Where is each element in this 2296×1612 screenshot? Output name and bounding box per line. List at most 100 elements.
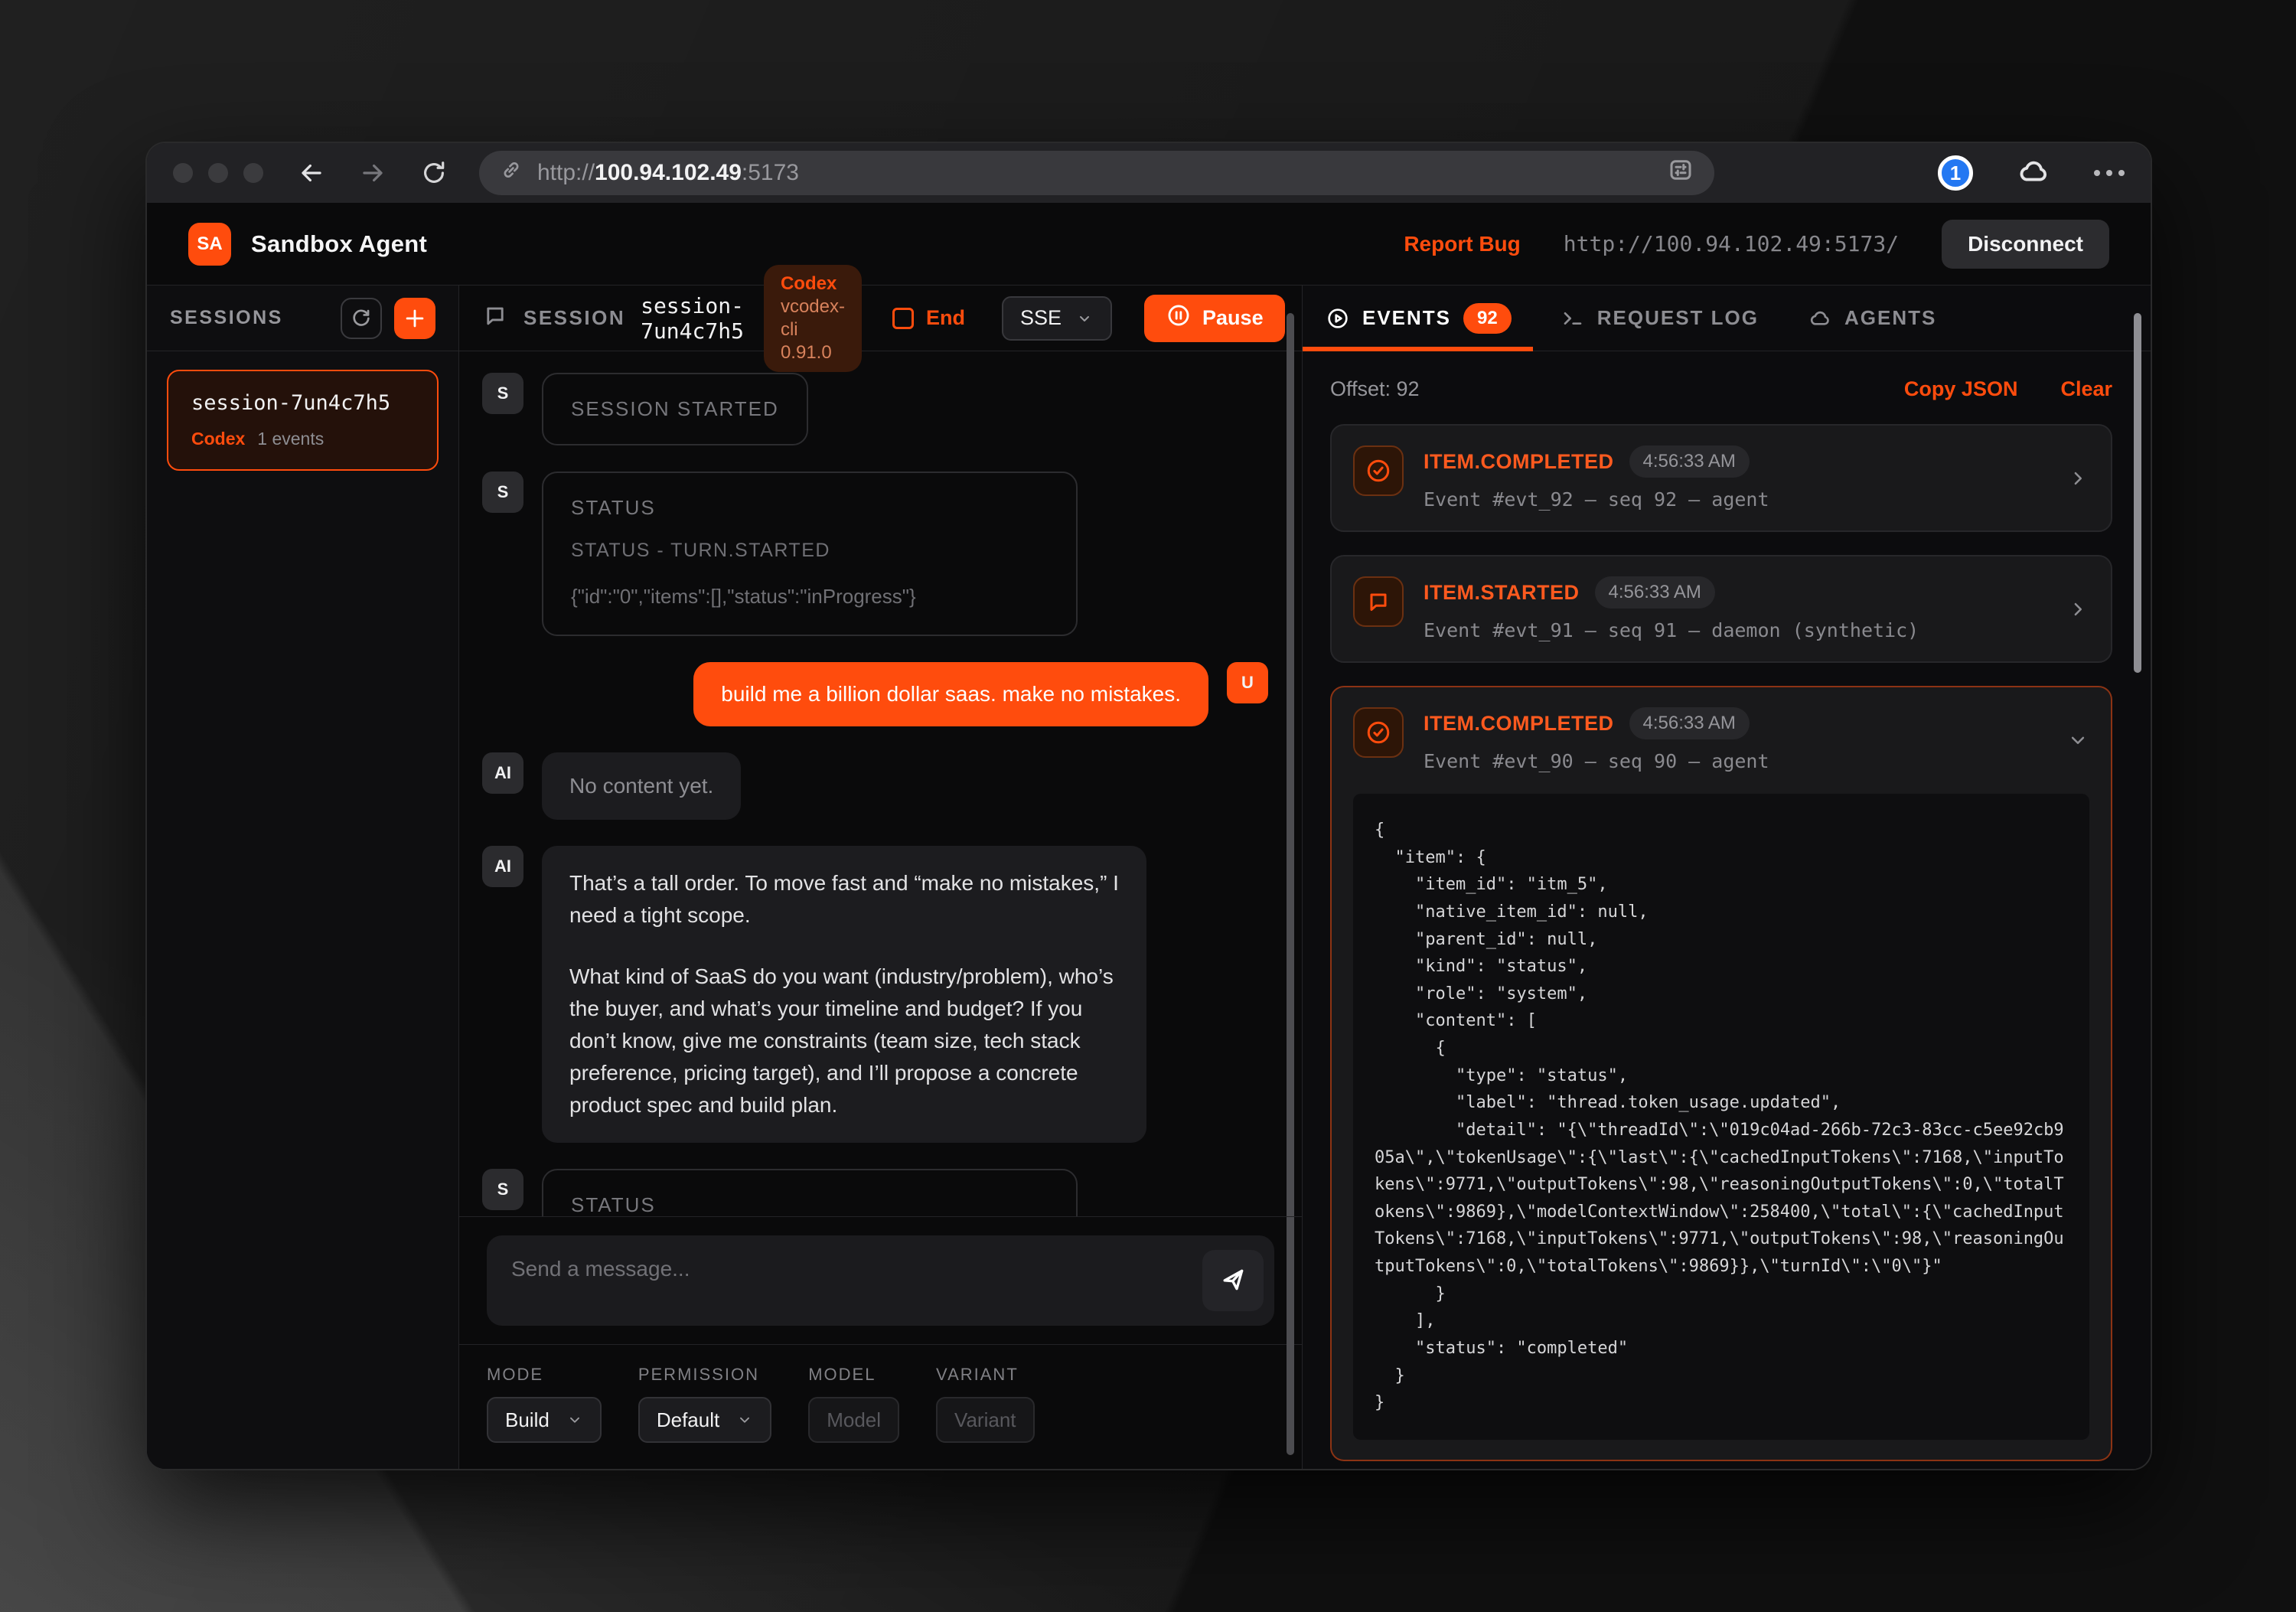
ai-message-paragraph: What kind of SaaS do you want (industry/… <box>569 961 1119 1121</box>
cloud-icon <box>1808 306 1832 331</box>
event-card-header: ITEM.COMPLETED4:56:33 AMEvent #evt_92 — … <box>1353 445 2089 511</box>
chevron-right-icon <box>2066 598 2089 621</box>
send-button[interactable] <box>1202 1250 1264 1311</box>
event-type: ITEM.COMPLETED <box>1424 450 1614 474</box>
status-title: STATUS <box>571 1193 1049 1216</box>
event-description: Event #evt_91 — seq 91 — daemon (synthet… <box>1424 619 2047 641</box>
system-message-bubble: SESSION STARTED <box>542 373 808 445</box>
back-arrow-icon[interactable] <box>297 158 326 188</box>
session-item-count: 1 events <box>257 429 324 449</box>
end-session-checkbox[interactable]: End <box>892 306 965 330</box>
control-label: VARIANT <box>936 1365 1034 1385</box>
chevron-right-icon <box>2066 467 2089 490</box>
traffic-lights <box>173 163 263 183</box>
variant-input[interactable]: Variant <box>936 1397 1034 1443</box>
app-header: SA Sandbox Agent Report Bug http://100.9… <box>147 203 2151 286</box>
control-placeholder: Model <box>827 1408 881 1432</box>
cloud-icon[interactable] <box>2016 154 2051 193</box>
control-variant: VARIANT Variant <box>936 1365 1034 1443</box>
control-mode: MODE Build <box>487 1365 602 1443</box>
tab-request-log[interactable]: REQUEST LOG <box>1561 286 1759 351</box>
avatar: S <box>482 472 523 513</box>
session-item-meta: Codex1 events <box>191 429 414 449</box>
event-card[interactable]: ITEM.COMPLETED4:56:33 AM Event #evt_90 — … <box>1330 686 2112 1461</box>
event-main: ITEM.COMPLETED4:56:33 AMEvent #evt_92 — … <box>1424 445 2047 511</box>
events-count-badge: 92 <box>1463 303 1512 334</box>
pause-circle-icon <box>1166 302 1192 334</box>
disconnect-button[interactable]: Disconnect <box>1942 220 2109 269</box>
tab-label: REQUEST LOG <box>1597 306 1759 330</box>
chevron-down-icon <box>736 1411 753 1428</box>
server-url: http://100.94.102.49:5173/ <box>1564 231 1899 256</box>
pause-button[interactable]: Pause <box>1144 295 1285 342</box>
mode-select[interactable]: Build <box>487 1397 602 1443</box>
message-input[interactable] <box>487 1235 1274 1326</box>
event-icon-chip <box>1353 576 1404 627</box>
event-time-badge: 4:56:33 AM <box>1629 707 1750 739</box>
close-window-button[interactable] <box>173 163 193 183</box>
event-time-badge: 4:56:33 AM <box>1629 445 1750 478</box>
browser-toolbar: http://100.94.102.49:5173 1 <box>147 143 2151 203</box>
session-panel: SESSION session-7un4c7h5 Codex vcodex-cl… <box>459 286 1303 1469</box>
more-icon[interactable] <box>2094 170 2125 176</box>
status-title: STATUS <box>571 496 1049 520</box>
user-message-bubble: build me a billion dollar saas. make no … <box>693 662 1208 726</box>
control-permission: PERMISSIONDefault <box>638 1365 771 1443</box>
event-icon-chip <box>1353 445 1404 496</box>
clear-events-button[interactable]: Clear <box>2060 377 2112 401</box>
new-session-button[interactable] <box>394 298 435 339</box>
avatar: S <box>482 1169 523 1210</box>
report-bug-link[interactable]: Report Bug <box>1404 232 1520 256</box>
chevron-down-icon <box>566 1411 583 1428</box>
app-title: Sandbox Agent <box>251 230 427 258</box>
chevron-right-icon <box>2066 598 2089 621</box>
transport-select[interactable]: SSE <box>1002 296 1112 341</box>
event-card[interactable]: ITEM.COMPLETED4:56:33 AMEvent #evt_92 — … <box>1330 424 2112 532</box>
session-list: session-7un4c7h5Codex1 events <box>147 351 458 489</box>
onepassword-icon[interactable]: 1 <box>1938 155 1973 191</box>
message-row-ai: AIThat’s a tall order. To move fast and … <box>482 846 1268 1143</box>
event-main: ITEM.COMPLETED4:56:33 AM Event #evt_90 — … <box>1424 707 2047 772</box>
event-time-badge: 4:56:33 AM <box>1595 576 1715 609</box>
system-message-text: SESSION STARTED <box>571 397 779 421</box>
zoom-window-button[interactable] <box>243 163 263 183</box>
session-label: SESSION <box>523 306 625 330</box>
event-list: ITEM.COMPLETED4:56:33 AMEvent #evt_92 — … <box>1330 424 2112 1469</box>
event-main: ITEM.STARTED 4:56:33 AM Event #evt_91 — se… <box>1424 576 2047 641</box>
events-panel: EVENTS92 REQUEST LOG AGENTS Offset: 92 Cop… <box>1303 286 2151 1469</box>
ai-message-paragraph: That’s a tall order. To move fast and “m… <box>569 867 1119 932</box>
session-list-item[interactable]: session-7un4c7h5Codex1 events <box>167 370 439 471</box>
event-title-row: ITEM.COMPLETED4:56:33 AM <box>1424 707 2047 739</box>
checkbox-icon[interactable] <box>892 308 914 329</box>
control-label: MODE <box>487 1365 602 1385</box>
minimize-window-button[interactable] <box>208 163 228 183</box>
reload-icon[interactable] <box>419 158 448 188</box>
offset-label: Offset: 92 <box>1330 377 1420 401</box>
event-card[interactable]: ITEM.STARTED 4:56:33 AM Event #evt_91 — se… <box>1330 555 2112 663</box>
message-row-status: SSTATUSSTATUS - TURN.STARTED{"id":"0","i… <box>482 472 1268 636</box>
url-bar[interactable]: http://100.94.102.49:5173 <box>479 151 1714 195</box>
event-type: ITEM.STARTED <box>1424 581 1580 605</box>
refresh-sessions-button[interactable] <box>341 298 382 339</box>
tab-agents[interactable]: AGENTS <box>1808 286 1936 351</box>
model-input[interactable]: Model <box>808 1397 899 1443</box>
events-scrollbar[interactable] <box>2134 313 2141 673</box>
sessions-sidebar: SESSIONS session-7un4c7h5Codex1 events <box>147 286 459 1469</box>
chevron-down-icon <box>2066 729 2089 752</box>
status-json: {"id":"0","items":[],"status":"inProgres… <box>571 582 1049 612</box>
message-list[interactable]: SSESSION STARTEDSSTATUSSTATUS - TURN.STA… <box>459 351 1302 1216</box>
event-description: Event #evt_90 — seq 90 — agent <box>1424 750 2047 772</box>
tab-sliders-icon[interactable] <box>1667 156 1694 190</box>
copy-json-button[interactable]: Copy JSON <box>1904 377 2018 401</box>
chat-bubble-icon <box>1365 588 1392 615</box>
app-logo: SA <box>188 223 231 266</box>
check-circle-icon <box>1365 719 1392 746</box>
permission-select[interactable]: Default <box>638 1397 771 1443</box>
tab-events[interactable]: EVENTS92 <box>1326 286 1512 351</box>
event-icon-chip <box>1353 707 1404 758</box>
control-label: MODEL <box>808 1365 899 1385</box>
message-row-ai: AINo content yet. <box>482 752 1268 820</box>
forward-arrow-icon[interactable] <box>358 158 387 188</box>
event-card-header: ITEM.COMPLETED4:56:33 AM Event #evt_90 — … <box>1353 707 2089 772</box>
avatar: S <box>482 373 523 414</box>
